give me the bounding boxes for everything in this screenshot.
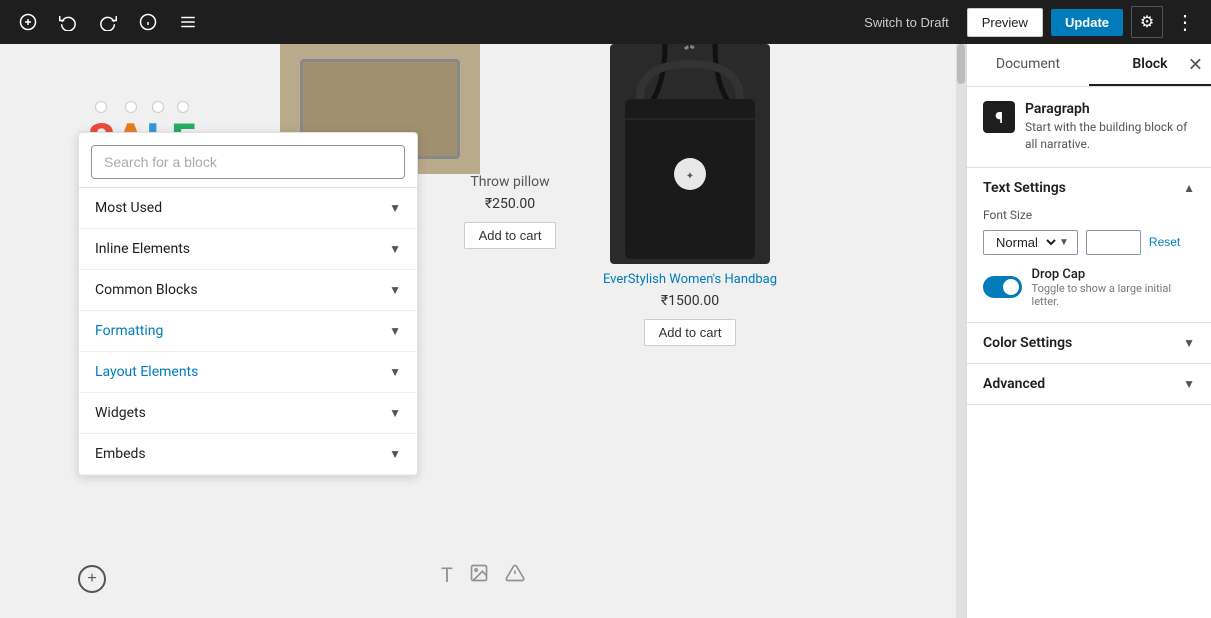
throw-pillow-price: ₹250.00 (430, 196, 590, 212)
undo-button[interactable] (52, 6, 84, 38)
update-button[interactable]: Update (1051, 9, 1123, 36)
image-block-icon[interactable] (469, 563, 489, 588)
paragraph-title: Paragraph (1025, 101, 1195, 117)
main-layout: S A L E Throw pillow (0, 44, 1211, 618)
color-settings-header[interactable]: Color Settings ▼ (967, 323, 1211, 363)
font-size-reset-button[interactable]: Reset (1149, 235, 1180, 249)
redo-button[interactable] (92, 6, 124, 38)
throw-pillow-name: Throw pillow (430, 174, 590, 190)
block-search-input[interactable] (91, 145, 405, 179)
color-settings-title: Color Settings (983, 335, 1072, 351)
preview-button[interactable]: Preview (967, 8, 1043, 37)
tab-document[interactable]: Document (967, 44, 1089, 86)
block-category-item[interactable]: Embeds ▼ (79, 434, 417, 475)
block-category-label: Formatting (95, 323, 163, 339)
color-settings-panel: Color Settings ▼ (967, 323, 1211, 364)
info-button[interactable] (132, 6, 164, 38)
throw-pillow-add-to-cart[interactable]: Add to cart (464, 222, 557, 249)
bottom-editor-icons: T (441, 563, 525, 588)
throw-pillow-product: Throw pillow ₹250.00 Add to cart (430, 174, 590, 249)
menu-button[interactable] (172, 6, 204, 38)
block-category-chevron-icon: ▼ (389, 324, 401, 338)
block-category-chevron-icon: ▼ (389, 406, 401, 420)
handbag-name: EverStylish Women's Handbag (590, 272, 790, 287)
content-scrollbar-thumb[interactable] (957, 44, 965, 84)
block-category-label: Embeds (95, 446, 146, 462)
advanced-header[interactable]: Advanced ▼ (967, 364, 1211, 404)
font-size-label: Font Size (983, 208, 1195, 222)
block-search-area (79, 133, 417, 188)
drop-cap-label-text: Drop Cap Toggle to show a large initial … (1032, 267, 1195, 308)
block-category-item[interactable]: Inline Elements ▼ (79, 229, 417, 270)
block-category-label: Inline Elements (95, 241, 190, 257)
block-category-chevron-icon: ▼ (389, 201, 401, 215)
block-inserter-panel: Most Used ▼ Inline Elements ▼ Common Blo… (78, 132, 418, 476)
font-size-select[interactable]: Normal Small Medium Large Huge (992, 234, 1059, 251)
switch-to-draft-button[interactable]: Switch to Draft (854, 9, 959, 36)
font-size-row: Normal Small Medium Large Huge ▼ Reset (983, 230, 1195, 255)
text-settings-content: Font Size Normal Small Medium Large Huge… (967, 208, 1211, 322)
more-options-button[interactable]: ⋮ (1171, 10, 1199, 35)
handbag-price: ₹1500.00 (590, 293, 790, 309)
color-settings-chevron-icon: ▼ (1183, 336, 1195, 350)
block-category-item[interactable]: Formatting ▼ (79, 311, 417, 352)
text-type-icon[interactable]: T (441, 563, 453, 588)
block-category-list: Most Used ▼ Inline Elements ▼ Common Blo… (79, 188, 417, 475)
content-area: S A L E Throw pillow (0, 44, 966, 618)
sidebar-close-button[interactable]: ✕ (1188, 55, 1203, 76)
block-category-chevron-icon: ▼ (389, 242, 401, 256)
text-settings-header[interactable]: Text Settings ▲ (967, 168, 1211, 208)
svg-text:✦: ✦ (686, 171, 694, 182)
advanced-title: Advanced (983, 376, 1045, 392)
block-category-item[interactable]: Layout Elements ▼ (79, 352, 417, 393)
right-sidebar: Document Block ✕ ¶ Paragraph Start with … (966, 44, 1211, 618)
text-settings-chevron-icon: ▲ (1183, 181, 1195, 195)
paragraph-text: Paragraph Start with the building block … (1025, 101, 1195, 153)
warning-icon[interactable] (505, 563, 525, 588)
advanced-chevron-icon: ▼ (1183, 377, 1195, 391)
handbag-product: ✦ EverStylish Women's Handbag ₹1500.00 A… (590, 44, 790, 346)
block-category-chevron-icon: ▼ (389, 447, 401, 461)
font-size-select-wrapper: Normal Small Medium Large Huge ▼ (983, 230, 1078, 255)
paragraph-description: Start with the building block of all nar… (1025, 119, 1195, 153)
block-category-item[interactable]: Widgets ▼ (79, 393, 417, 434)
drop-cap-description: Toggle to show a large initial letter. (1032, 282, 1195, 308)
drop-cap-toggle-thumb (1003, 279, 1019, 295)
add-block-button[interactable]: + (78, 565, 106, 593)
font-size-chevron-icon: ▼ (1059, 237, 1069, 248)
block-category-label: Layout Elements (95, 364, 198, 380)
block-category-chevron-icon: ▼ (389, 283, 401, 297)
text-settings-title: Text Settings (983, 180, 1066, 196)
sidebar-content: ¶ Paragraph Start with the building bloc… (967, 87, 1211, 618)
toolbar-right: Switch to Draft Preview Update ⚙ ⋮ (854, 6, 1199, 38)
block-category-label: Widgets (95, 405, 146, 421)
block-category-chevron-icon: ▼ (389, 365, 401, 379)
advanced-panel: Advanced ▼ (967, 364, 1211, 405)
block-category-label: Common Blocks (95, 282, 198, 298)
sidebar-tabs: Document Block ✕ (967, 44, 1211, 87)
handbag-add-to-cart[interactable]: Add to cart (644, 319, 737, 346)
block-category-item[interactable]: Most Used ▼ (79, 188, 417, 229)
block-category-item[interactable]: Common Blocks ▼ (79, 270, 417, 311)
settings-gear-button[interactable]: ⚙ (1131, 6, 1163, 38)
drop-cap-row: Drop Cap Toggle to show a large initial … (983, 267, 1195, 308)
paragraph-icon: ¶ (983, 101, 1015, 133)
font-size-custom-input[interactable] (1086, 230, 1141, 255)
handbag-image: ✦ (610, 44, 770, 264)
text-settings-panel: Text Settings ▲ Font Size Normal Small M… (967, 168, 1211, 323)
main-toolbar: Switch to Draft Preview Update ⚙ ⋮ (0, 0, 1211, 44)
paragraph-info: ¶ Paragraph Start with the building bloc… (967, 87, 1211, 168)
drop-cap-label: Drop Cap (1032, 267, 1195, 282)
content-scrollbar-track[interactable] (956, 44, 966, 618)
add-block-toolbar-button[interactable] (12, 6, 44, 38)
block-category-label: Most Used (95, 200, 162, 216)
drop-cap-toggle[interactable] (983, 276, 1022, 298)
